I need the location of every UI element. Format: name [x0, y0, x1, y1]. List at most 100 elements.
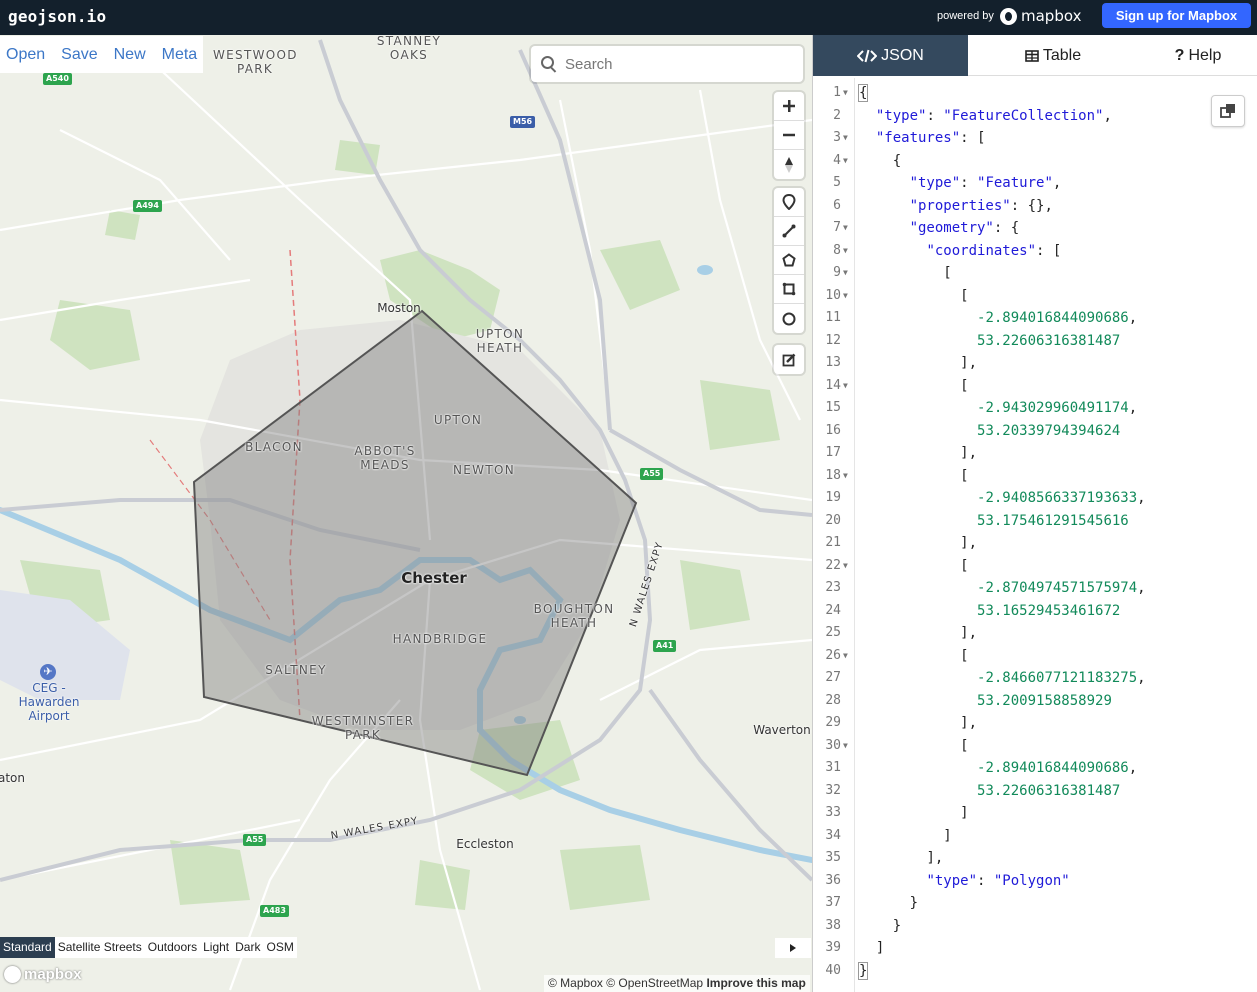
code-text: ], — [859, 532, 977, 555]
style-dark[interactable]: Dark — [232, 937, 263, 958]
fold-toggle-icon[interactable]: ▼ — [843, 217, 848, 240]
line-number: 22 — [825, 557, 841, 573]
code-text: ], — [859, 622, 977, 645]
place-label-waverton: Waverton — [753, 723, 811, 737]
road-shield-m56: M56 — [510, 116, 536, 128]
zoom-out-button[interactable] — [774, 121, 804, 150]
code-line: 29 ], — [813, 712, 1257, 735]
code-line: 9 ▼ [ — [813, 262, 1257, 285]
code-line: 31 -2.894016844090686, — [813, 757, 1257, 780]
attribution-osm[interactable]: © OpenStreetMap — [606, 976, 703, 990]
signup-button[interactable]: Sign up for Mapbox — [1102, 3, 1251, 28]
line-number: 28 — [825, 692, 841, 708]
fold-toggle-icon[interactable]: ▼ — [843, 150, 848, 173]
line-number: 4 — [833, 152, 841, 168]
fold-toggle-icon[interactable]: ▼ — [843, 127, 848, 150]
menu-open[interactable]: Open — [6, 46, 45, 64]
json-editor[interactable]: 1 ▼{2 "type": "FeatureCollection", 3 ▼ "fea… — [813, 78, 1257, 992]
json-number: 53.22606316381487 — [977, 782, 1121, 799]
draw-line-button[interactable] — [774, 217, 804, 246]
code-text: 53.22606316381487 — [859, 330, 1120, 353]
compass-button[interactable] — [774, 150, 804, 179]
search-input[interactable] — [565, 55, 795, 73]
improve-map-link[interactable]: Improve this map — [706, 976, 805, 990]
plus-icon — [783, 100, 795, 112]
code-line: 23 -2.8704974571575974, — [813, 577, 1257, 600]
app-title[interactable]: geojson.io — [8, 7, 106, 26]
fold-toggle-icon[interactable]: ▼ — [843, 645, 848, 668]
code-text: } — [859, 915, 901, 938]
mapbox-brand-link[interactable]: mapbox — [1000, 6, 1081, 26]
caret-right-icon — [790, 944, 796, 952]
code-text: 53.2009158858929 — [859, 690, 1112, 713]
code-text: { — [857, 82, 869, 105]
fold-toggle-icon[interactable]: ▼ — [843, 375, 848, 398]
code-line: 38 } — [813, 915, 1257, 938]
fold-toggle-icon[interactable]: ▼ — [843, 735, 848, 758]
json-punctuation: : [ — [1036, 242, 1062, 259]
zoom-in-button[interactable] — [774, 92, 804, 121]
json-punctuation: [ — [943, 265, 952, 281]
code-text: ], — [859, 712, 977, 735]
line-number: 38 — [825, 917, 841, 933]
code-line: 30 ▼ [ — [813, 735, 1257, 758]
tab-help-label: Help — [1188, 46, 1222, 64]
fold-toggle-icon[interactable]: ▼ — [843, 82, 848, 105]
code-line: 17 ], — [813, 442, 1257, 465]
line-number: 30 — [825, 737, 841, 753]
tab-table[interactable]: Table — [968, 35, 1138, 76]
map-canvas[interactable]: WESTWOOD PARK STANNEY OAKS Moston UPTON … — [0, 35, 812, 992]
tab-help[interactable]: ? Help — [1138, 35, 1257, 76]
tab-json-label: JSON — [881, 46, 924, 64]
draw-rectangle-button[interactable] — [774, 275, 804, 304]
edit-button[interactable] — [774, 345, 804, 374]
copy-button[interactable] — [1211, 95, 1245, 127]
line-number: 11 — [825, 310, 841, 325]
style-satellite-streets[interactable]: Satellite Streets — [55, 937, 145, 958]
tab-json[interactable]: JSON — [813, 35, 968, 76]
fold-toggle-icon[interactable]: ▼ — [843, 555, 848, 578]
menu-new[interactable]: New — [114, 46, 146, 64]
line-number: 37 — [825, 895, 841, 910]
json-key: "type" — [926, 872, 978, 889]
fold-toggle-icon[interactable]: ▼ — [843, 262, 848, 285]
json-punctuation: , — [1128, 310, 1138, 326]
menu-meta[interactable]: Meta — [162, 46, 198, 64]
fold-toggle-icon[interactable]: ▼ — [843, 240, 848, 263]
fold-toggle-icon[interactable]: ▼ — [843, 285, 848, 308]
draw-polygon-button[interactable] — [774, 246, 804, 275]
style-light[interactable]: Light — [200, 937, 232, 958]
style-osm[interactable]: OSM — [263, 937, 296, 958]
json-string: "Polygon" — [993, 872, 1070, 889]
place-label-moston: Moston — [377, 301, 421, 315]
attribution-mapbox[interactable]: © Mapbox — [548, 976, 603, 990]
map-attribution: © Mapbox © OpenStreetMap Improve this ma… — [544, 975, 810, 992]
menu-save[interactable]: Save — [61, 46, 97, 64]
draw-circle-button[interactable] — [774, 304, 804, 333]
json-number: -2.8466077121183275 — [977, 670, 1138, 686]
style-outdoors[interactable]: Outdoors — [145, 937, 200, 958]
line-number: 23 — [825, 580, 841, 595]
json-punctuation: ], — [960, 625, 978, 641]
style-standard[interactable]: Standard — [0, 937, 55, 958]
road-shield-a55-south: A55 — [243, 834, 267, 846]
line-icon — [782, 224, 796, 238]
code-text: { — [859, 150, 901, 173]
mapbox-watermark[interactable]: mapbox — [4, 966, 82, 983]
line-number: 39 — [825, 940, 841, 955]
json-punctuation: ], — [960, 535, 978, 551]
collapse-panel-button[interactable] — [775, 938, 811, 958]
json-punctuation: : — [960, 175, 978, 191]
code-line: 27 -2.8466077121183275, — [813, 667, 1257, 690]
draw-controls — [774, 188, 804, 333]
mapbox-logo-icon — [1000, 7, 1017, 25]
json-punctuation: } — [892, 917, 902, 934]
json-punctuation: [ — [960, 467, 969, 484]
json-punctuation: : — [926, 107, 944, 124]
fold-toggle-icon[interactable]: ▼ — [843, 465, 848, 488]
draw-point-button[interactable] — [774, 188, 804, 217]
